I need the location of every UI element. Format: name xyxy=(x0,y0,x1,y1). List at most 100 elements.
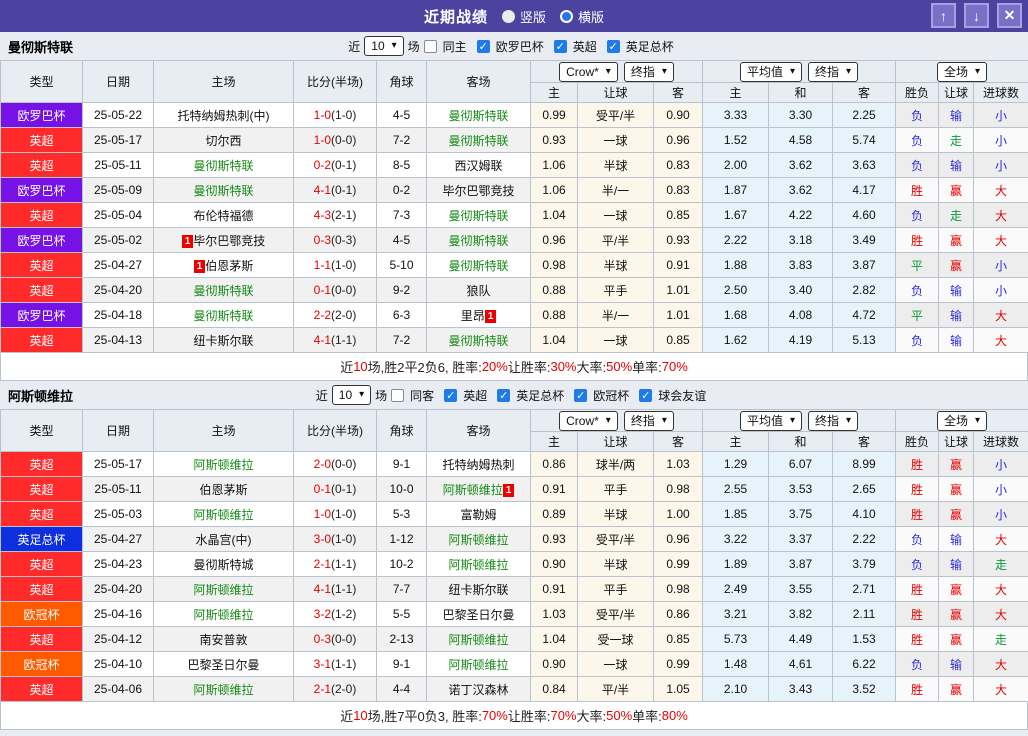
avg-draw-odds: 3.40 xyxy=(768,277,834,303)
match-row: 英超 25-05-17 阿斯顿维拉 2-0(0-0) 9-1 托特纳姆热刺 0.… xyxy=(0,451,1028,477)
away-team-name: 阿斯顿维拉 xyxy=(448,532,509,547)
result-group-header: 全场 ▾ xyxy=(895,409,1028,432)
match-score: 3-2(1-2) xyxy=(293,601,377,627)
summary-segment: 50% xyxy=(606,708,633,723)
home-team-cell: 阿斯顿维拉 xyxy=(153,601,294,627)
avg-draw-odds: 4.61 xyxy=(768,651,834,677)
scroll-down-button[interactable]: ↓ xyxy=(964,3,989,28)
filter-row: 曼彻斯特联 近 10 ▾ 场 同主 ✓ 欧罗巴杯 ✓ 英超 ✓ 英足总杯 xyxy=(0,32,1028,60)
away-team-name: 曼彻斯特联 xyxy=(448,333,509,348)
result-handicap: 赢 xyxy=(938,227,975,253)
handicap-line: 受平/半 xyxy=(577,526,654,552)
match-row: 欧罗巴杯 25-05-02 1 毕尔巴鄂竞技 0-3(0-3) 4-5 曼彻斯特联… xyxy=(0,227,1028,253)
match-row: 英超 25-04-20 曼彻斯特联 0-1(0-0) 9-2 狼队 0.88 平… xyxy=(0,277,1028,303)
close-button[interactable]: ✕ xyxy=(997,3,1022,28)
league-checkbox-欧冠杯[interactable]: ✓ xyxy=(574,388,588,402)
competition-type-badge: 英超 xyxy=(0,127,83,153)
bookmaker-select[interactable]: Crow* ▾ xyxy=(559,410,618,431)
same-venue-checkbox[interactable] xyxy=(391,388,405,402)
avg-home-odds: 1.62 xyxy=(702,327,770,353)
avg-away-odds: 3.52 xyxy=(832,676,897,702)
result-winloss: 胜 xyxy=(895,676,940,702)
odds-stage-select-1[interactable]: 终指 ▾ xyxy=(623,61,674,82)
result-winloss: 胜 xyxy=(895,476,940,502)
league-checkbox-英足总杯[interactable]: ✓ xyxy=(606,39,620,53)
corner-count: 0-2 xyxy=(376,177,427,203)
home-team-cell: 托特纳姆热刺(中) xyxy=(153,102,294,128)
scroll-up-button[interactable]: ↑ xyxy=(931,3,956,28)
avg-draw-odds: 3.30 xyxy=(768,102,834,128)
chevron-down-icon: ▾ xyxy=(661,414,667,426)
handicap-line: 受平/半 xyxy=(577,601,654,627)
subheader-让球: 让球 xyxy=(938,82,975,103)
league-checkbox-英足总杯[interactable]: ✓ xyxy=(497,388,511,402)
avg-home-odds: 1.85 xyxy=(702,501,770,527)
handicap-away-odds: 0.85 xyxy=(652,202,704,228)
match-date: 25-05-17 xyxy=(82,127,154,153)
match-score: 1-1(1-0) xyxy=(293,252,377,278)
layout-radio-vertical[interactable]: 竖版 xyxy=(501,7,546,26)
chevron-down-icon: ▾ xyxy=(790,65,796,77)
handicap-away-odds: 0.90 xyxy=(652,102,704,128)
corner-count: 5-10 xyxy=(376,252,427,278)
fulltime-select[interactable]: 全场 ▾ xyxy=(937,61,988,82)
close-icon: ✕ xyxy=(1003,7,1016,23)
match-row: 英超 25-04-13 纽卡斯尔联 4-1(1-1) 7-2 曼彻斯特联 1.0… xyxy=(0,327,1028,353)
chevron-down-icon: ▾ xyxy=(846,414,852,426)
avg-draw-odds: 3.62 xyxy=(768,152,834,178)
bookmaker-select[interactable]: Crow* ▾ xyxy=(559,61,618,82)
avg-away-odds: 1.53 xyxy=(832,626,897,652)
results-table: 类型 日期 主场 比分(半场) 角球 客场 Crow* ▾ 终指 ▾ 平均值 ▾ 终指 ▾ 全场 ▾ 主… xyxy=(0,60,1028,353)
league-checkbox-英超[interactable]: ✓ xyxy=(444,388,458,402)
summary-segment: 近 xyxy=(340,709,354,724)
handicap-line: 半/一 xyxy=(577,302,654,328)
red-card-badge: 1 xyxy=(181,234,194,248)
layout-radio-horizontal[interactable]: 横版 xyxy=(560,7,604,26)
odds-stage-select-2[interactable]: 终指 ▾ xyxy=(808,410,859,431)
handicap-line: 平手 xyxy=(577,476,654,502)
result-handicap: 输 xyxy=(938,277,975,303)
europe-odds-group-header: 平均值 ▾ 终指 ▾ xyxy=(702,409,897,432)
fulltime-select[interactable]: 全场 ▾ xyxy=(937,410,988,431)
league-checkbox-球会友谊[interactable]: ✓ xyxy=(639,388,653,402)
match-date: 25-04-18 xyxy=(82,302,154,328)
avg-home-odds: 1.52 xyxy=(702,127,770,153)
league-checkbox-英超[interactable]: ✓ xyxy=(553,39,567,53)
match-score: 1-0(1-0) xyxy=(293,102,377,128)
avg-away-odds: 3.63 xyxy=(832,152,897,178)
match-count-select[interactable]: 10 ▾ xyxy=(364,36,404,56)
match-score: 4-1(1-1) xyxy=(293,576,377,602)
subheader-和: 和 xyxy=(768,431,834,452)
result-handicap: 输 xyxy=(938,102,975,128)
subheader-让球: 让球 xyxy=(577,82,654,103)
corner-count: 9-1 xyxy=(376,451,427,477)
result-handicap: 赢 xyxy=(938,252,975,278)
match-date: 25-04-23 xyxy=(82,551,154,577)
competition-type-badge: 英超 xyxy=(0,277,83,303)
same-venue-checkbox[interactable] xyxy=(423,39,437,53)
match-count-select[interactable]: 10 ▾ xyxy=(331,385,372,405)
average-odds-select[interactable]: 平均值 ▾ xyxy=(739,61,803,82)
away-team-name: 曼彻斯特联 xyxy=(448,133,509,148)
summary-segment: 大率: xyxy=(576,709,607,724)
match-row: 英超 25-05-03 阿斯顿维拉 1-0(1-0) 5-3 富勒姆 0.89 … xyxy=(0,501,1028,527)
avg-draw-odds: 3.55 xyxy=(768,576,834,602)
match-row: 欧冠杯 25-04-10 巴黎圣日尔曼 3-1(1-1) 9-1 阿斯顿维拉 0… xyxy=(0,651,1028,677)
section-summary: 近 10 场,胜7平0负3, 胜率: 70% 让胜率: 70% 大率: 50% 单率: 80… xyxy=(0,702,1028,730)
section-summary: 近 10 场,胜2平2负6, 胜率: 20% 让胜率: 30% 大率: 50% 单率: 70… xyxy=(0,353,1028,381)
same-venue-label: 同主 xyxy=(442,39,467,54)
average-odds-select[interactable]: 平均值 ▾ xyxy=(739,410,803,431)
odds-stage-select-1[interactable]: 终指 ▾ xyxy=(623,410,674,431)
odds-stage-select-2[interactable]: 终指 ▾ xyxy=(808,61,859,82)
home-team-cell: 切尔西 xyxy=(153,127,294,153)
handicap-home-odds: 1.04 xyxy=(530,202,578,228)
avg-draw-odds: 4.49 xyxy=(768,626,834,652)
result-winloss: 胜 xyxy=(895,451,940,477)
league-checkbox-欧罗巴杯[interactable]: ✓ xyxy=(476,39,490,53)
home-team-name: 曼彻斯特联 xyxy=(193,308,254,323)
result-handicap: 走 xyxy=(938,202,975,228)
match-score: 4-1(0-1) xyxy=(293,177,377,203)
home-team-name: 布伦特福德 xyxy=(193,208,254,223)
result-goals: 小 xyxy=(973,501,1028,527)
result-winloss: 负 xyxy=(895,651,940,677)
